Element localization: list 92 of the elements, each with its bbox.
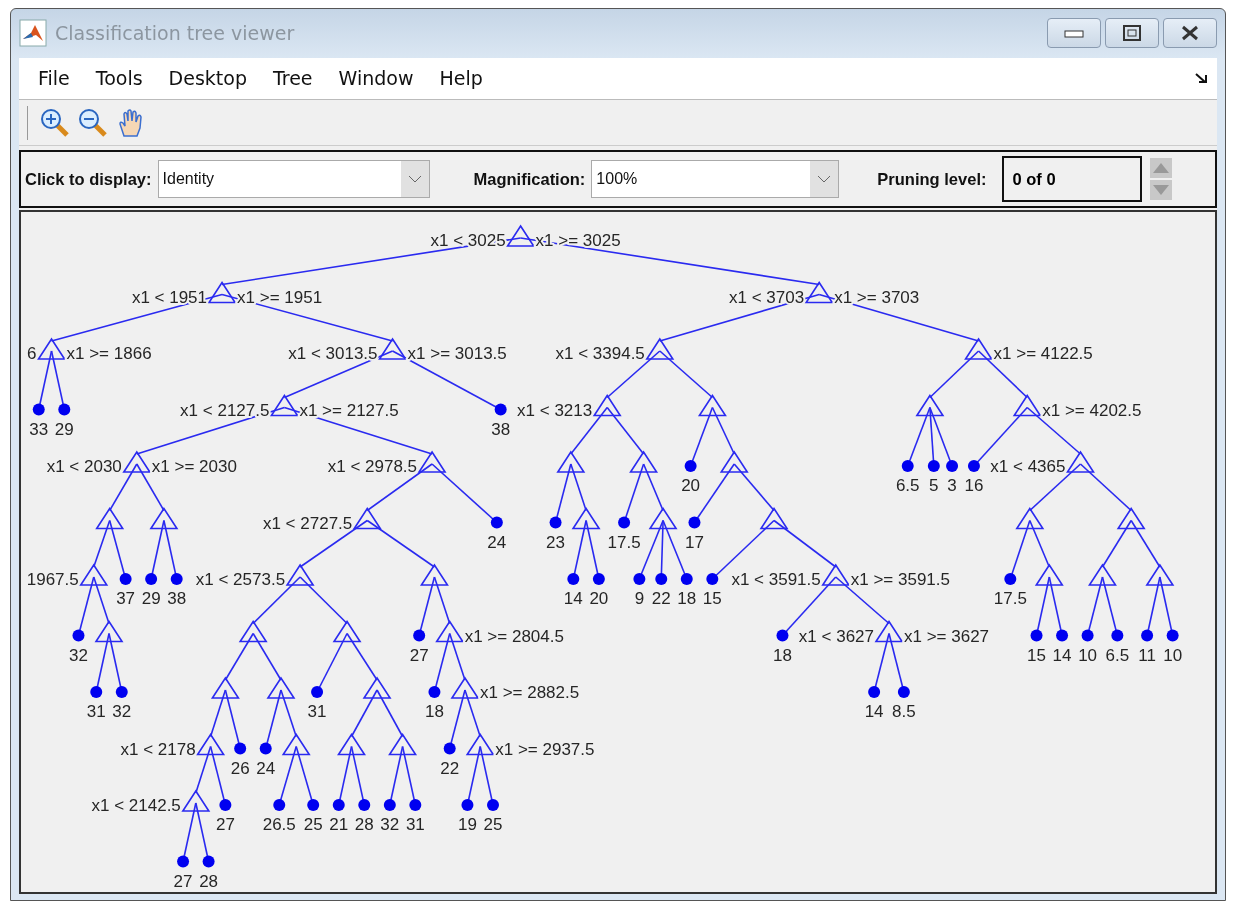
leaf-value: 29 <box>141 589 161 608</box>
split-rule: x1 < 3703 <box>729 287 805 307</box>
leaf-value: 20 <box>589 589 609 608</box>
leaf-value: 27 <box>409 645 429 665</box>
split-rule: x1 >= 2937.5 <box>495 739 595 759</box>
leaf-value: 17.5 <box>993 589 1027 608</box>
leaf-value: 14 <box>1052 645 1072 665</box>
menu-item[interactable]: Tools <box>82 63 156 94</box>
split-rule: 6 <box>27 344 37 363</box>
split-rule: x1 < 3013.5 <box>288 344 378 363</box>
leaf-value: 20 <box>681 476 701 495</box>
leaf-value: 19 <box>458 815 477 834</box>
split-rule: x1 >= 2804.5 <box>464 626 564 646</box>
split-rule: x1 < 4365 <box>990 457 1066 476</box>
leaf-value: 24 <box>487 532 507 552</box>
split-rule: x1 >= 2127.5 <box>299 400 399 420</box>
menu-item[interactable]: Tree <box>259 63 326 94</box>
leaf-value: 32 <box>380 815 400 834</box>
split-rule: x1 >= 3591.5 <box>850 570 950 589</box>
split-rule: x1 >= 2882.5 <box>479 683 580 702</box>
leaf-value: 28 <box>199 871 219 888</box>
leaf-value: 23 <box>546 532 566 552</box>
leaf-value: 26.5 <box>262 815 296 834</box>
leaf-value: 31 <box>86 702 106 721</box>
leaf-value: 17.5 <box>607 532 641 552</box>
leaf-value: 15 <box>1027 645 1046 665</box>
leaf-value: 28 <box>354 815 374 834</box>
leaf-value: 17 <box>685 532 704 552</box>
split-rule: 1967.5 <box>26 570 79 589</box>
leaf-value: 15 <box>702 589 722 608</box>
leaf-value: 21 <box>329 815 349 834</box>
leaf-value: 6.5 <box>1105 645 1130 665</box>
menu-item[interactable]: Help <box>426 63 496 94</box>
leaf-value: 22 <box>440 758 460 778</box>
leaf-value: 10 <box>1078 645 1098 665</box>
pruning-label: Pruning level: <box>877 169 987 189</box>
leaf-value: 26 <box>230 758 250 778</box>
split-rule: x1 < 2573.5 <box>195 570 286 589</box>
leaf-value: 38 <box>167 589 187 608</box>
leaf-value: 27 <box>173 871 193 888</box>
split-rule: x1 < 3591.5 <box>731 570 821 589</box>
leaf-value: 25 <box>483 815 503 834</box>
split-rule: x1 >= 2030 <box>151 457 237 476</box>
leaf-value: 27 <box>215 815 235 834</box>
split-rule: x1 >= 1866 <box>66 344 152 363</box>
split-rule: x1 < 2142.5 <box>91 796 181 815</box>
split-rule: x1 >= 3013.5 <box>407 344 507 363</box>
split-rule: x1 < 2030 <box>46 457 122 476</box>
leaf-value: 5 <box>929 476 939 495</box>
leaf-value: 31 <box>405 815 425 834</box>
leaf-value: 10 <box>1163 645 1183 665</box>
window-title: Classification tree viewer <box>55 22 295 45</box>
leaf-value: 32 <box>69 645 88 665</box>
display-label: Click to display: <box>25 169 152 189</box>
split-rule: x1 < 3213 <box>517 400 593 420</box>
leaf-value: 8.5 <box>892 702 916 721</box>
split-rule: x1 < 2727.5 <box>262 513 353 533</box>
leaf-value: 3 <box>947 476 957 495</box>
leaf-value: 18 <box>677 589 697 608</box>
leaf-value: 6.5 <box>895 476 920 495</box>
leaf-value: 25 <box>303 815 323 834</box>
split-rule: x1 < 3394.5 <box>555 344 645 363</box>
split-rule: x1 < 3627 <box>798 626 874 646</box>
leaf-value: 24 <box>256 758 276 778</box>
split-rule: x1 >= 3627 <box>904 626 990 646</box>
split-rule: x1 < 2178 <box>120 739 196 759</box>
split-rule: x1 >= 4122.5 <box>993 344 1093 363</box>
pruning-level-field[interactable]: 0 of 0 <box>1002 156 1143 202</box>
magnification-label: Magnification: <box>473 169 586 189</box>
leaf-value: 31 <box>307 702 327 721</box>
split-rule: x1 < 2978.5 <box>327 457 418 476</box>
leaf-value: 22 <box>651 589 671 608</box>
leaf-value: 33 <box>29 419 49 439</box>
menu-item[interactable]: File <box>25 63 83 94</box>
split-rule: x1 >= 4202.5 <box>1042 400 1142 420</box>
menu-item[interactable]: Desktop <box>155 63 260 94</box>
split-rule: x1 < 1951 <box>131 287 208 307</box>
leaf-value: 32 <box>112 702 132 721</box>
leaf-value: 14 <box>864 702 884 721</box>
leaf-value: 9 <box>634 589 645 608</box>
leaf-value: 29 <box>54 419 74 439</box>
leaf-value: 11 <box>1138 645 1156 665</box>
magnification-dropdown[interactable]: 100% <box>591 160 840 198</box>
leaf-value: 18 <box>773 645 792 665</box>
leaf-value: 38 <box>491 419 511 439</box>
leaf-value: 14 <box>563 589 583 608</box>
menu-item[interactable]: Window <box>325 63 427 94</box>
leaf-value: 16 <box>964 476 984 495</box>
display-dropdown[interactable]: Identity <box>157 160 430 198</box>
leaf-value: 37 <box>116 589 136 608</box>
split-rule: x1 < 2127.5 <box>180 400 270 420</box>
leaf-value: 18 <box>425 702 444 721</box>
